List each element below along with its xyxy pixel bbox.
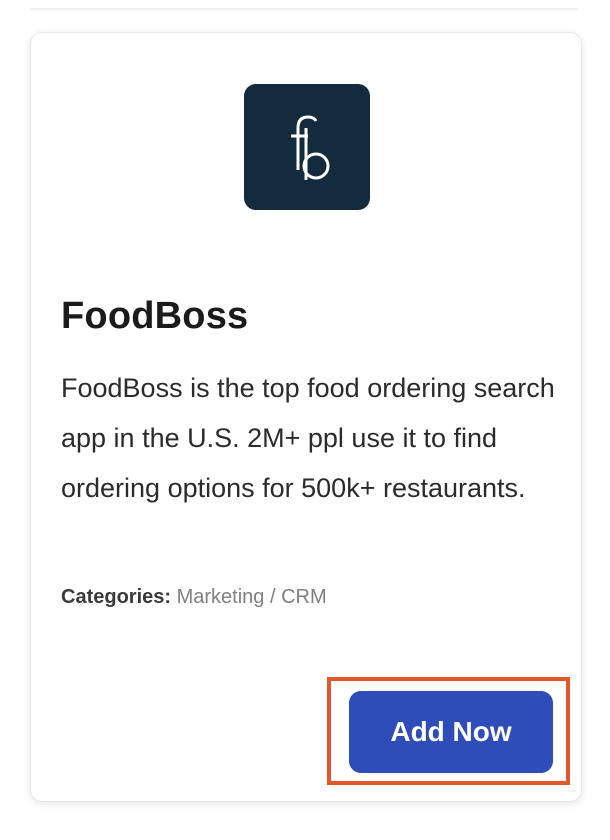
categories-label: Categories: [61,586,172,608]
app-categories: Categories: Marketing / CRM [61,586,327,609]
add-now-button[interactable]: Add Now [349,691,553,773]
app-title: FoodBoss [61,295,249,337]
app-logo [244,84,370,210]
categories-value: Marketing / CRM [176,586,327,608]
top-divider [30,8,578,10]
app-description: FoodBoss is the top food ordering search… [61,373,555,503]
foodboss-logo-icon [291,115,330,180]
